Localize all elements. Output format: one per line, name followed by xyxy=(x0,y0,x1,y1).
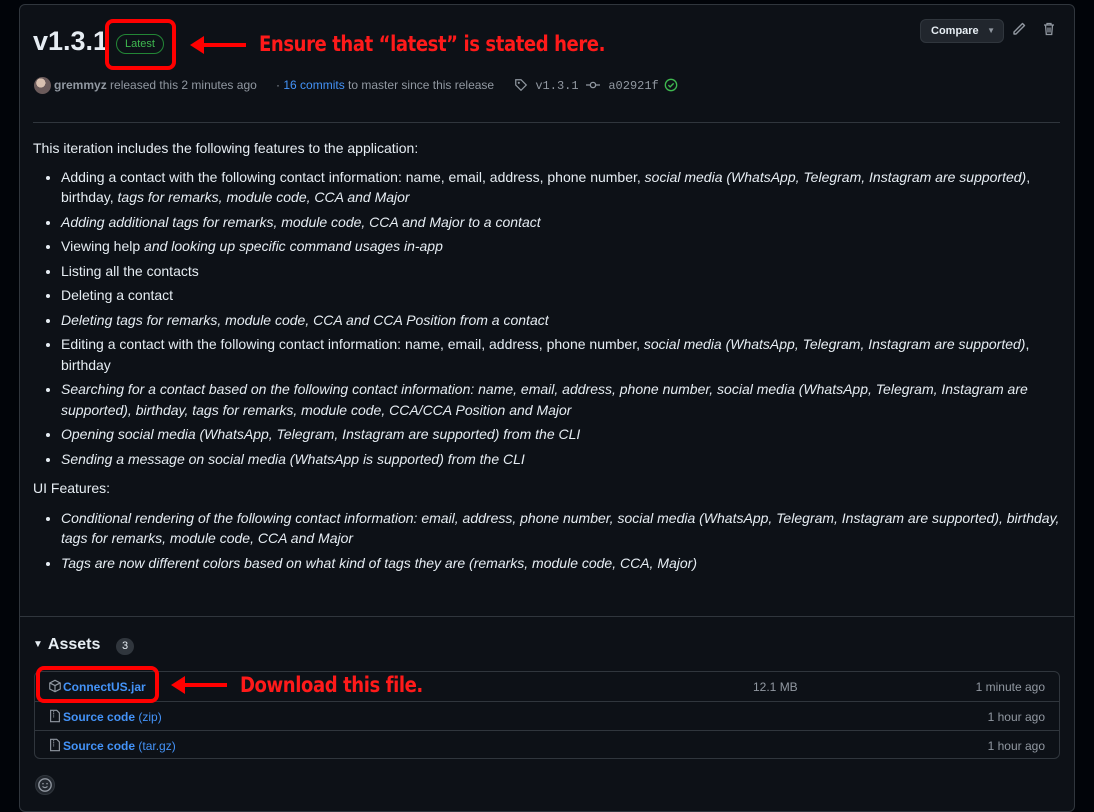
add-reaction-button[interactable] xyxy=(35,775,55,795)
annotation-box-latest xyxy=(105,19,176,70)
annotation-arrow-latest xyxy=(190,36,246,54)
commit-icon xyxy=(586,81,600,89)
feature-item: Deleting tags for remarks, module code, … xyxy=(61,310,1063,331)
tag-link[interactable]: v1.3.1 xyxy=(535,79,578,93)
feature-item: Deleting a contact xyxy=(61,285,1063,306)
feature-item: Adding additional tags for remarks, modu… xyxy=(61,212,1063,233)
avatar[interactable] xyxy=(34,77,51,94)
asset-link-source-targz[interactable]: Source code (tar.gz) xyxy=(63,739,176,753)
features-list: Adding a contact with the following cont… xyxy=(33,167,1063,470)
asset-link-source-zip[interactable]: Source code (zip) xyxy=(63,710,162,724)
release-notes: This iteration includes the following fe… xyxy=(33,138,1063,582)
feature-text: Opening social media (WhatsApp, Telegram… xyxy=(61,426,581,442)
commit-link[interactable]: a02921f xyxy=(608,79,658,93)
feature-item: Listing all the contacts xyxy=(61,261,1063,282)
ui-feature-item: Tags are now different colors based on w… xyxy=(61,553,1063,574)
feature-text: Listing all the contacts xyxy=(61,262,199,279)
asset-time: 1 hour ago xyxy=(987,710,1045,724)
notes-intro: This iteration includes the following fe… xyxy=(33,140,419,156)
feature-item: Searching for a contact based on the fol… xyxy=(61,379,1063,420)
asset-row: Source code (zip) 1 hour ago xyxy=(35,701,1059,730)
assets-toggle[interactable]: ▼ Assets xyxy=(33,636,100,654)
edit-pencil-icon[interactable] xyxy=(1011,20,1029,40)
release-title[interactable]: v1.3.1 xyxy=(33,26,108,57)
commits-link[interactable]: 16 commits xyxy=(283,78,344,92)
feature-text: social media (WhatsApp, Telegram, Instag… xyxy=(644,168,1027,185)
ui-feature-item: Conditional rendering of the following c… xyxy=(61,508,1063,549)
feature-text: tags for remarks, module code, CCA and M… xyxy=(117,189,410,205)
tag-icon xyxy=(515,79,528,92)
feature-item: Editing a contact with the following con… xyxy=(61,334,1063,375)
ui-features-list: Conditional rendering of the following c… xyxy=(33,508,1063,574)
ui-feature-text: Tags are now different colors based on w… xyxy=(61,554,698,571)
feature-item: Adding a contact with the following cont… xyxy=(61,167,1063,208)
annotation-text-latest: Ensure that “latest” is stated here. xyxy=(259,32,606,56)
ui-features-heading: UI Features: xyxy=(33,480,111,496)
asset-time: 1 minute ago xyxy=(975,680,1045,694)
file-zip-icon xyxy=(48,737,62,753)
feature-text: Sending a message on social media (Whats… xyxy=(61,450,525,467)
feature-text: and looking up specific command usages i… xyxy=(144,238,443,254)
feature-item: Opening social media (WhatsApp, Telegram… xyxy=(61,424,1063,445)
feature-text: Deleting tags for remarks, module code, … xyxy=(61,311,549,328)
section-divider xyxy=(20,616,1074,617)
release-time: released this 2 minutes ago xyxy=(110,78,257,92)
feature-item: Sending a message on social media (Whats… xyxy=(61,449,1063,470)
annotation-box-download xyxy=(36,666,159,703)
commits-text: to master since this release xyxy=(348,78,495,92)
asset-size: 12.1 MB xyxy=(753,680,798,694)
annotation-text-download: Download this file. xyxy=(240,673,423,697)
feature-text: Deleting a contact xyxy=(61,287,174,303)
file-zip-icon xyxy=(48,708,62,724)
assets-heading: Assets xyxy=(47,636,101,653)
asset-suffix: (zip) xyxy=(135,710,162,724)
feature-text: Viewing help xyxy=(61,238,145,254)
feature-text: Editing a contact with the following con… xyxy=(61,336,644,352)
feature-text: Adding additional tags for remarks, modu… xyxy=(61,213,541,230)
compare-label: Compare xyxy=(931,25,979,37)
meta-separator: · xyxy=(276,78,280,92)
chevron-down-icon: ▼ xyxy=(987,26,995,35)
asset-time: 1 hour ago xyxy=(987,739,1045,753)
ui-feature-text: Conditional rendering of the following c… xyxy=(61,509,1060,547)
assets-count: 3 xyxy=(116,638,134,655)
annotation-arrow-download xyxy=(171,676,227,694)
triangle-down-icon: ▼ xyxy=(33,639,43,650)
feature-text: Adding a contact with the following cont… xyxy=(61,168,645,185)
feature-text: Searching for a contact based on the fol… xyxy=(61,381,1028,418)
author-link[interactable]: gremmyz xyxy=(54,78,107,92)
feature-text: social media (WhatsApp, Telegram, Instag… xyxy=(643,336,1026,352)
smiley-icon xyxy=(38,778,52,792)
asset-name: Source code xyxy=(63,739,136,753)
trash-icon[interactable] xyxy=(1041,20,1059,40)
asset-row: Source code (tar.gz) 1 hour ago xyxy=(35,730,1059,759)
check-circle-icon xyxy=(664,78,678,92)
asset-suffix: (tar.gz) xyxy=(135,739,176,753)
feature-item: Viewing help and looking up specific com… xyxy=(61,236,1063,257)
divider xyxy=(33,122,1060,123)
compare-button[interactable]: Compare ▼ xyxy=(920,19,1004,43)
asset-name: Source code xyxy=(63,710,136,724)
